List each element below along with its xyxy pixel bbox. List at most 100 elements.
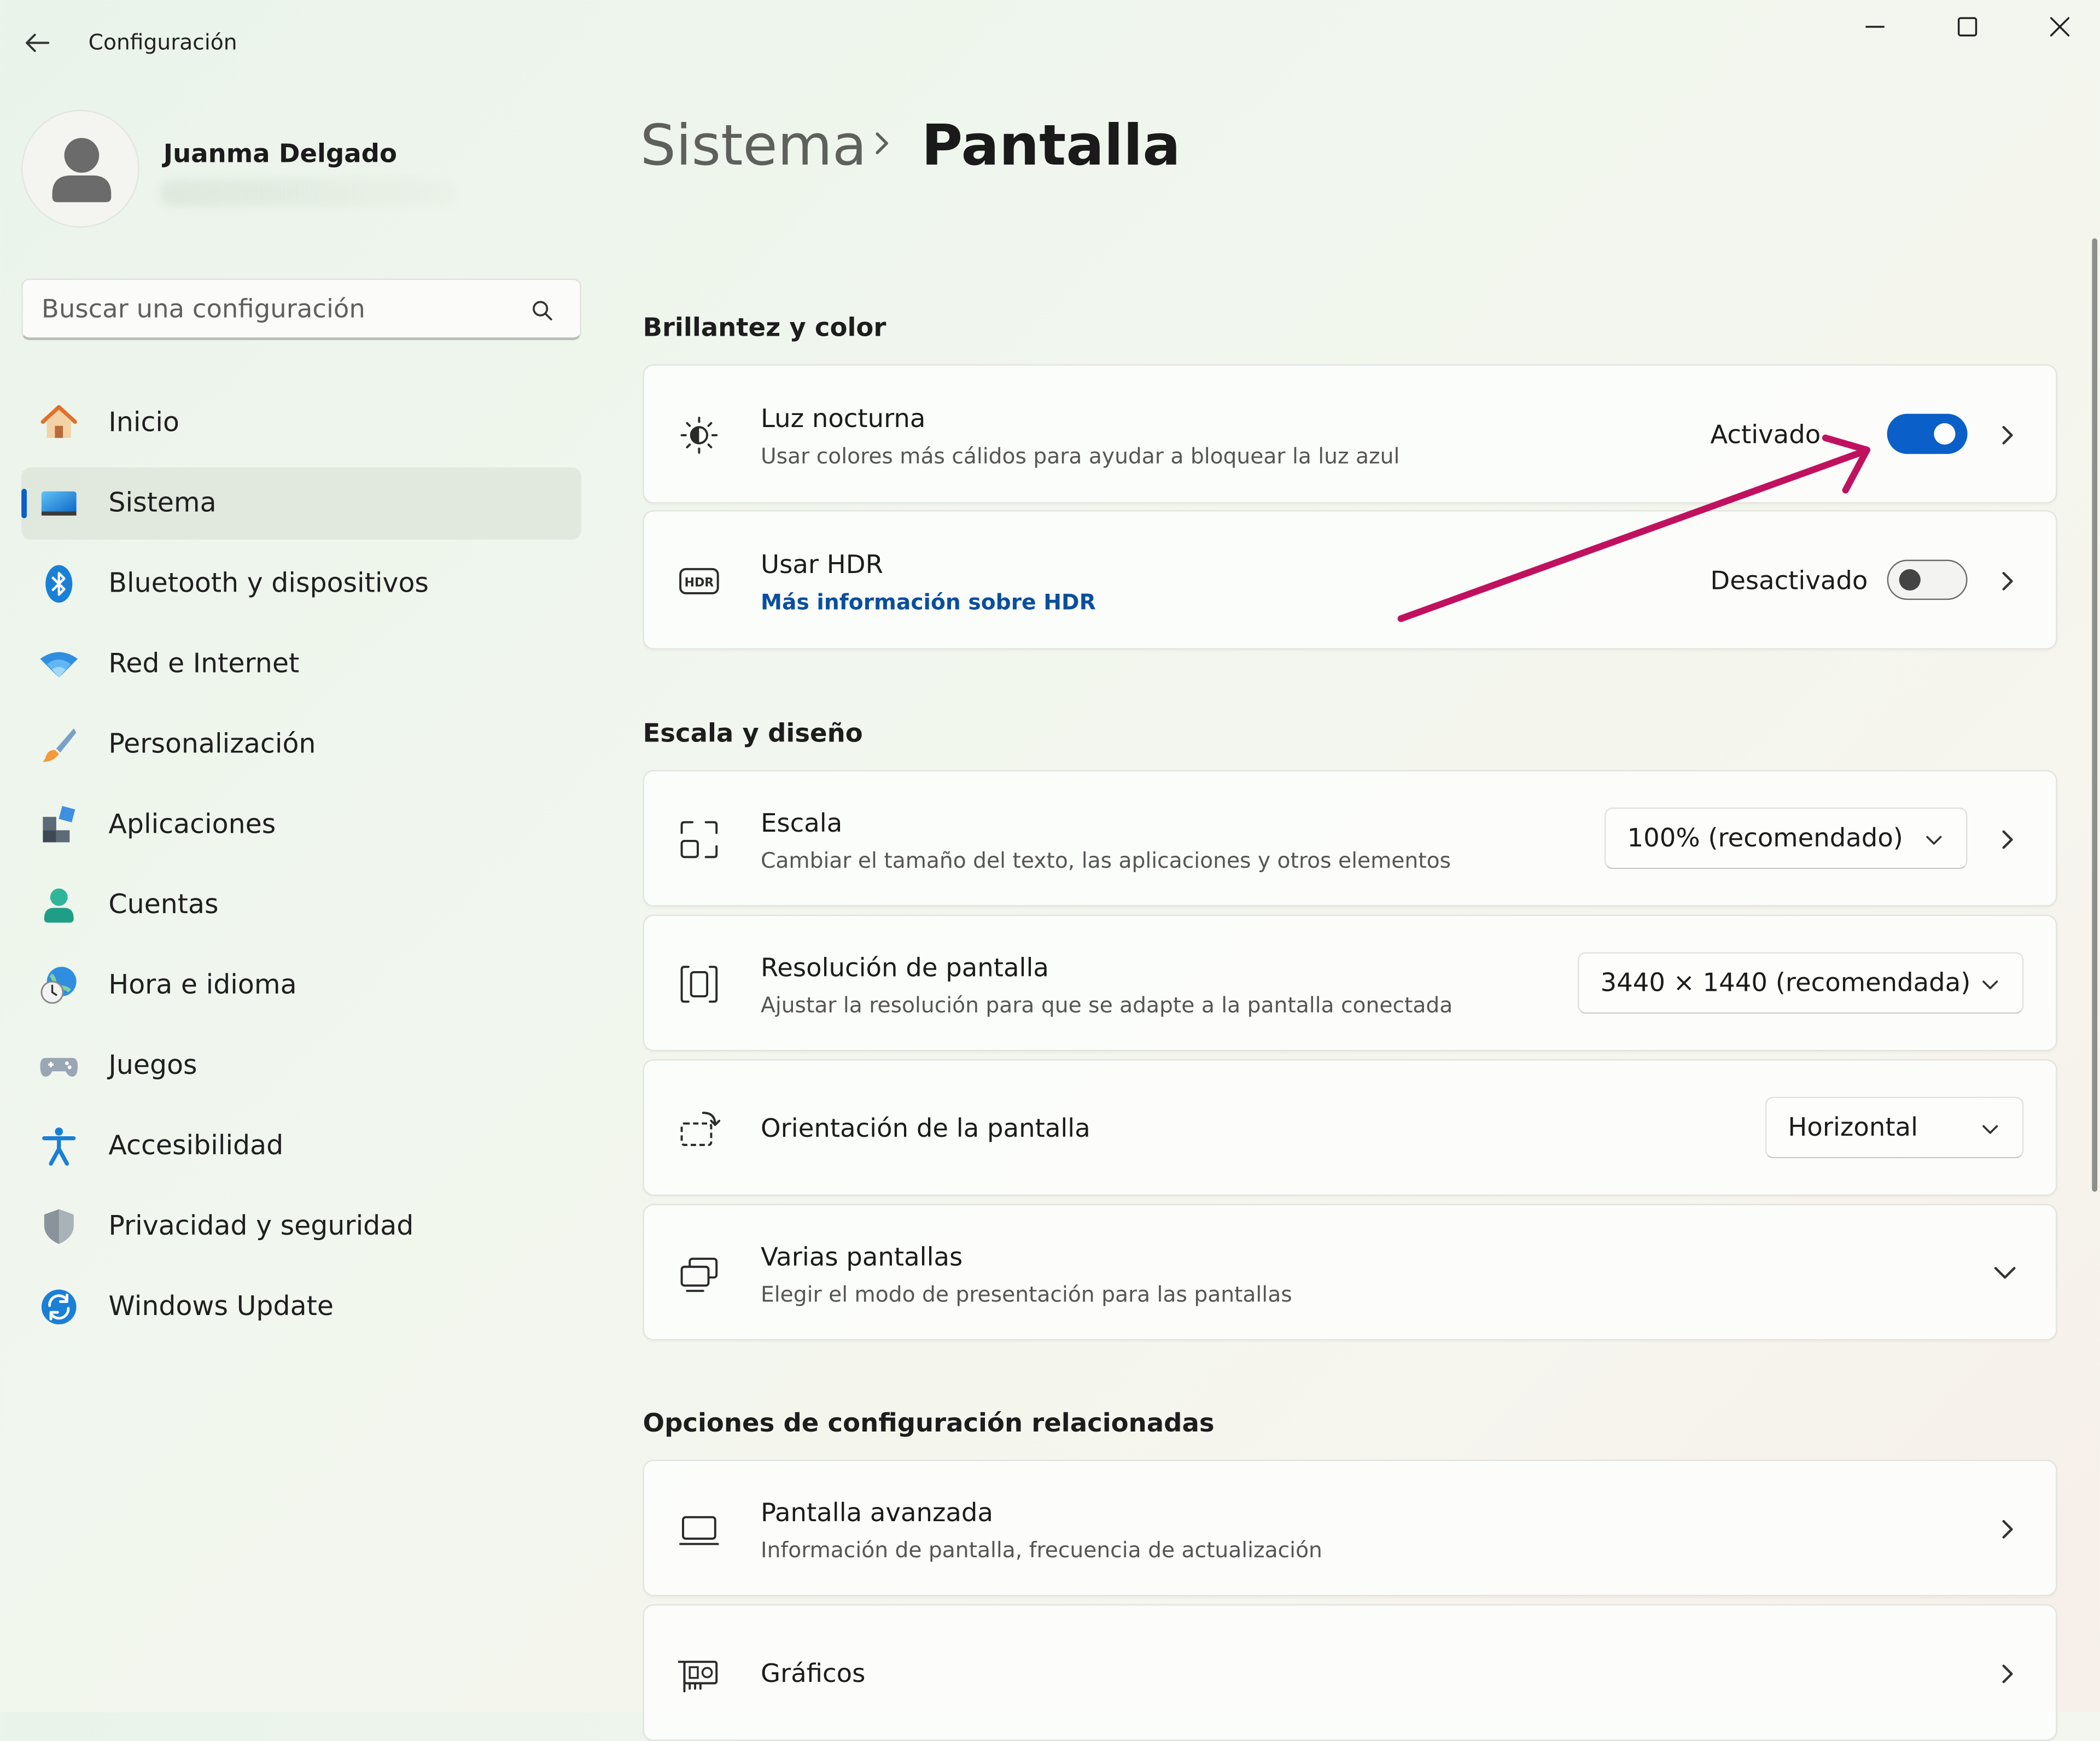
chevron-right-icon[interactable] [1994,823,2021,856]
sidebar-item-sistema[interactable]: Sistema [21,467,581,540]
sidebar-item-label: Accesibilidad [108,1129,284,1161]
sidebar-item-aplicaciones[interactable]: Aplicaciones [21,788,581,861]
maximize-button[interactable] [1941,8,1994,46]
multiple-displays-card[interactable]: Varias pantallas Elegir el modo de prese… [643,1203,2057,1341]
account-icon [44,888,74,923]
page-title: Pantalla [921,112,1181,178]
chevron-right-icon[interactable] [1994,565,2021,597]
multiple-displays-title: Varias pantallas [761,1242,963,1272]
advanced-display-subtitle: Información de pantalla, frecuencia de a… [761,1537,1322,1563]
sidebar-item-label: Sistema [108,486,217,518]
apps-icon [43,805,75,843]
minimize-button[interactable] [1848,8,1902,46]
hdr-info-link[interactable]: Más información sobre HDR [761,589,1096,615]
sidebar-item-label: Aplicaciones [108,807,276,840]
sidebar-item-label: Cuentas [108,887,219,920]
search-input[interactable] [41,291,524,327]
section-title-scale: Escala y diseño [643,719,863,749]
breadcrumb-parent[interactable]: Sistema [640,113,867,178]
clock-globe-icon [40,967,77,1004]
sidebar-item-label: Bluetooth y dispositivos [108,566,429,599]
scale-title: Escala [761,809,843,839]
sidebar-item-personalizacion[interactable]: Personalización [21,709,581,781]
rotate-screen-icon [680,1112,721,1146]
back-button[interactable] [19,24,56,62]
sidebar-item-label: Privacidad y seguridad [108,1209,414,1242]
chevron-down-icon[interactable] [1989,1259,2021,1288]
multiple-displays-icon [680,1258,718,1292]
sidebar-item-inicio[interactable]: Inicio [21,387,581,459]
sidebar-item-label: Inicio [108,406,179,438]
chevron-down-icon [1926,836,1942,845]
chevron-down-icon [1982,1125,1998,1134]
search-box[interactable] [21,278,581,341]
annotation-arrow-icon [1397,434,1871,622]
section-title-brightness: Brillantez y color [643,313,886,343]
sidebar-item-label: Hora e idioma [108,968,297,1001]
resolution-dropdown-value: 3440 × 1440 (recomendada) [1600,968,1971,998]
search-icon[interactable] [529,297,556,324]
resolution-title: Resolución de pantalla [761,953,1049,983]
sidebar-item-accesibilidad[interactable]: Accesibilidad [21,1110,581,1182]
graphics-title: Gráficos [761,1659,866,1689]
shield-icon [44,1209,74,1245]
multiple-displays-subtitle: Elegir el modo de presentación para las … [761,1281,1292,1307]
sidebar-item-privacidad[interactable]: Privacidad y seguridad [21,1190,581,1263]
sidebar-item-cuentas[interactable]: Cuentas [21,869,581,941]
night-light-title: Luz nocturna [761,404,926,434]
brush-icon [43,728,77,762]
scrollbar[interactable] [2092,238,2098,1192]
close-button[interactable] [2033,8,2087,46]
hdr-title: Usar HDR [761,550,883,580]
chevron-right-icon[interactable] [1994,1658,2021,1690]
resolution-card[interactable]: Resolución de pantalla Ajustar la resolu… [643,914,2057,1051]
orientation-dropdown[interactable]: Horizontal [1765,1096,2024,1159]
monitor-icon [679,1516,719,1545]
scale-icon [680,821,718,858]
arrow-left-icon [26,33,50,52]
sidebar-item-label: Juegos [108,1048,197,1081]
scale-subtitle: Cambiar el tamaño del texto, las aplicac… [761,848,1451,873]
resolution-subtitle: Ajustar la resolución para que se adapte… [761,992,1453,1018]
chevron-down-icon [1982,980,1998,990]
accessibility-icon [42,1127,76,1166]
orientation-dropdown-value: Horizontal [1788,1113,1918,1142]
night-light-icon [680,417,718,454]
sidebar-item-label: Red e Internet [108,646,300,679]
sidebar-item-label: Windows Update [108,1289,334,1322]
update-icon [41,1289,77,1325]
app-title: Configuración [88,29,237,55]
minimize-icon [1865,26,1885,28]
graphics-card[interactable]: Gráficos [643,1604,2057,1741]
resolution-icon [680,966,718,1003]
user-name: Juanma Delgado [163,139,397,169]
person-icon [52,138,112,202]
system-icon [41,491,77,516]
bluetooth-icon [45,565,73,603]
avatar[interactable] [21,109,139,228]
orientation-title: Orientación de la pantalla [761,1114,1090,1144]
wifi-icon [40,652,78,678]
chevron-right-icon[interactable] [1994,1513,2021,1545]
resolution-dropdown[interactable]: 3440 × 1440 (recomendada) [1577,952,2024,1014]
night-light-subtitle: Usar colores más cálidos para ayudar a b… [761,443,1400,469]
home-icon [40,405,77,438]
graphics-card-icon [678,1661,718,1693]
scale-dropdown-value: 100% (recomendado) [1627,823,1903,854]
sidebar-item-bluetooth[interactable]: Bluetooth y dispositivos [21,548,581,620]
orientation-card[interactable]: Orientación de la pantalla Horizontal [643,1059,2057,1196]
sidebar-item-hora[interactable]: Hora e idioma [21,949,581,1021]
sidebar-item-windows-update[interactable]: Windows Update [21,1271,581,1343]
sidebar-item-red[interactable]: Red e Internet [21,628,581,700]
sidebar-item-label: Personalización [108,727,316,760]
sidebar-item-juegos[interactable]: Juegos [21,1030,581,1102]
active-indicator [21,488,27,518]
svg-text:HDR: HDR [685,576,714,590]
maximize-icon [1957,17,1978,37]
scale-dropdown[interactable]: 100% (recomendado) [1604,807,1968,869]
gamepad-icon [40,1058,78,1077]
chevron-right-icon [876,132,888,154]
chevron-right-icon[interactable] [1994,419,2021,452]
advanced-display-card[interactable]: Pantalla avanzada Información de pantall… [643,1459,2057,1597]
scale-card[interactable]: Escala Cambiar el tamaño del texto, las … [643,770,2057,907]
